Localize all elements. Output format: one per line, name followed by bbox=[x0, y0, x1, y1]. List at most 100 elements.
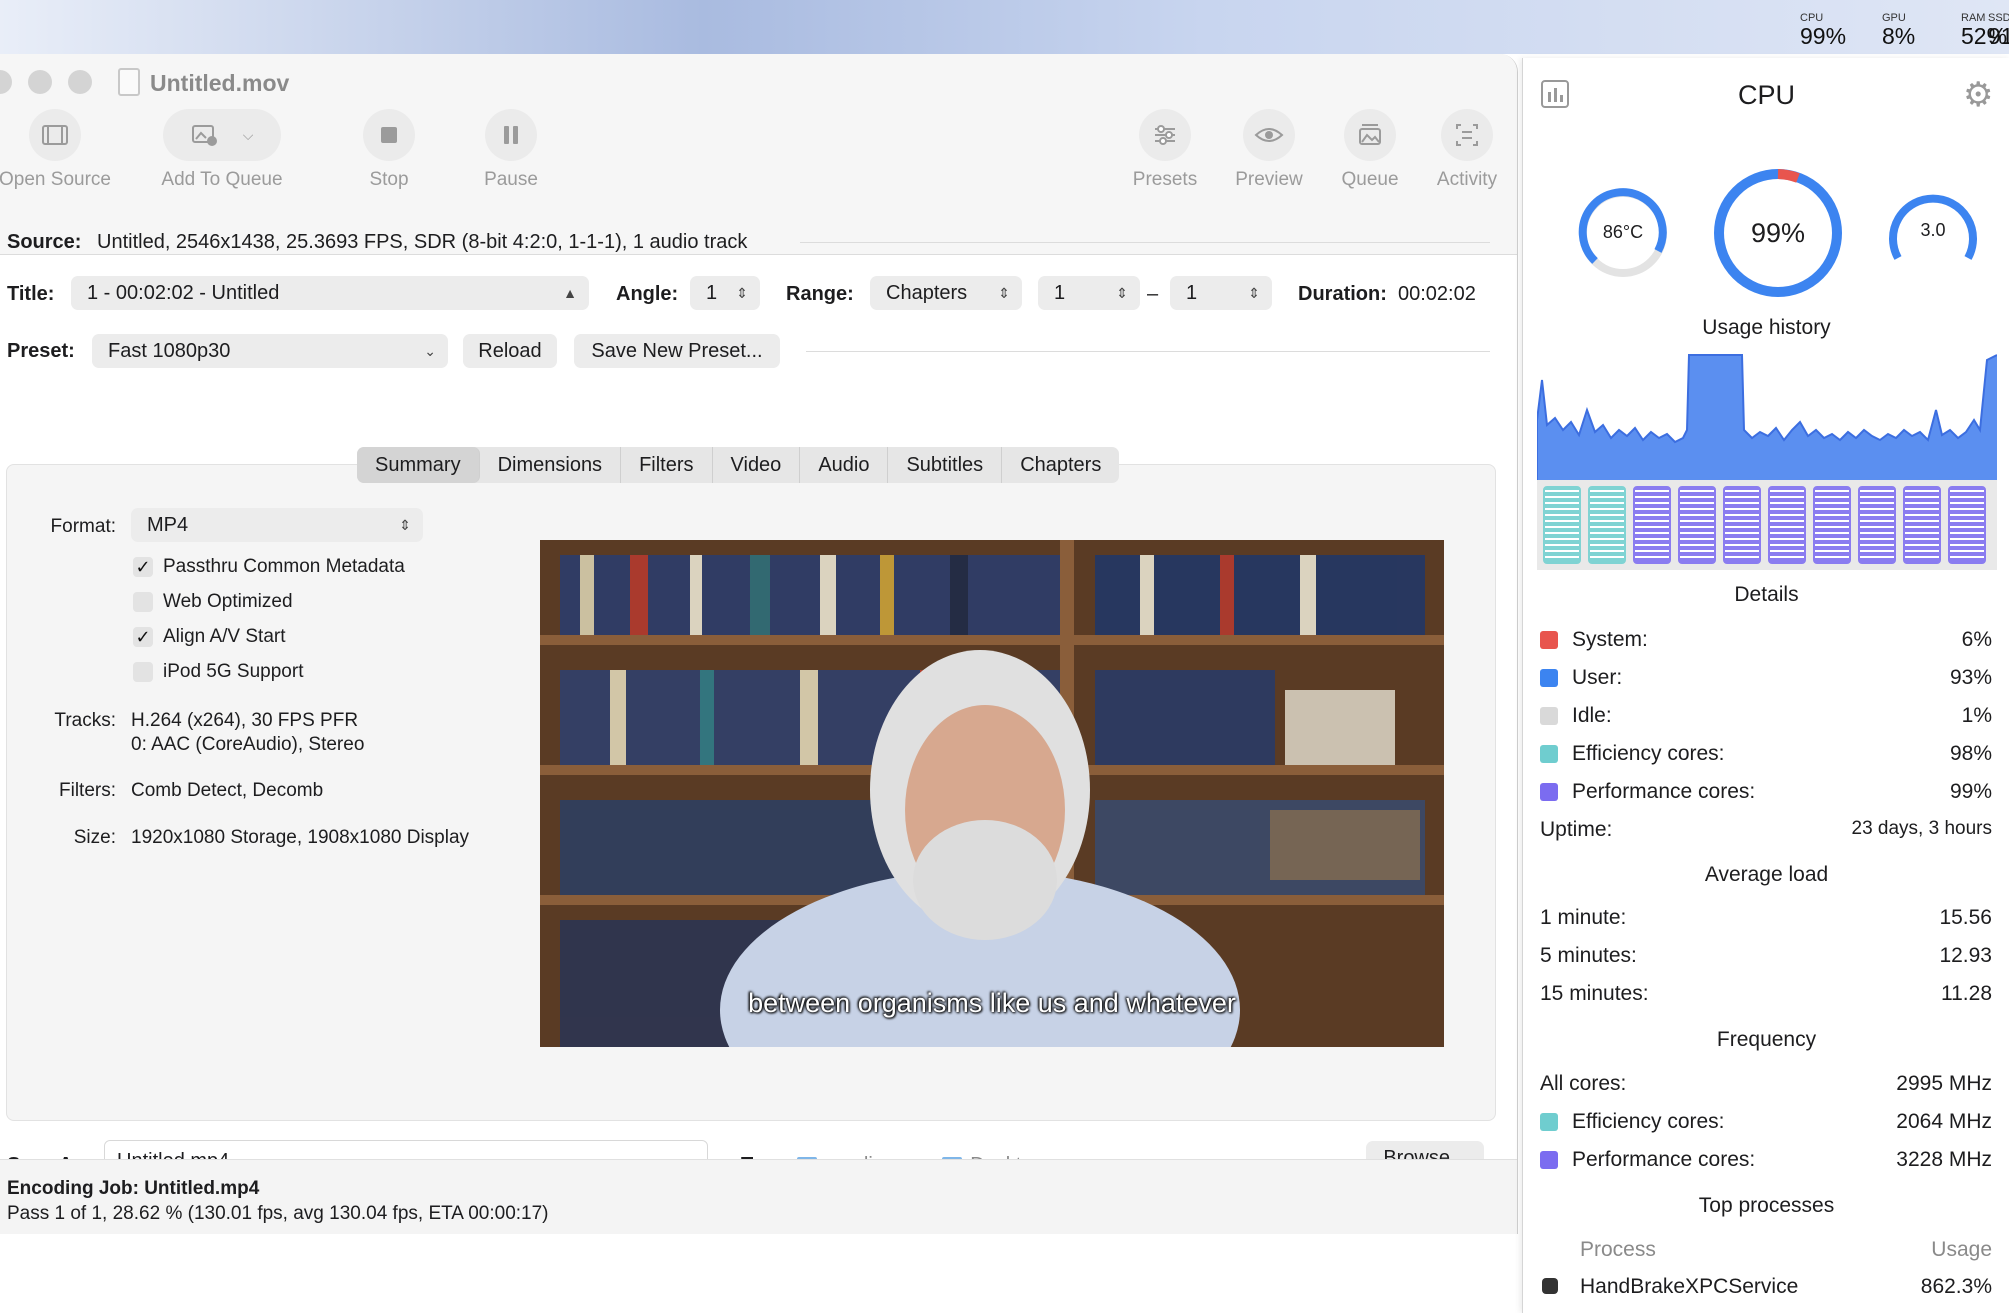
usage-history-chart bbox=[1537, 350, 1997, 480]
tab-bar: Summary Dimensions Filters Video Audio S… bbox=[357, 447, 1120, 483]
passthru-metadata-checkbox[interactable]: ✓ bbox=[133, 557, 153, 577]
web-optimized-label: Web Optimized bbox=[163, 591, 293, 612]
stop-icon bbox=[363, 109, 415, 161]
uptime-value: 23 days, 3 hours bbox=[1851, 818, 1992, 839]
core-bar bbox=[1678, 486, 1716, 564]
activity-label: Activity bbox=[1436, 169, 1498, 190]
activity-button[interactable]: Activity bbox=[1422, 109, 1512, 191]
presets-button[interactable]: Presets bbox=[1120, 109, 1210, 191]
pause-icon bbox=[485, 109, 537, 161]
detail-value: 93% bbox=[1949, 666, 1992, 689]
add-to-queue-button[interactable]: ⌵ Add To Queue bbox=[157, 109, 287, 191]
app-icon bbox=[1542, 1278, 1558, 1294]
usage-column-header[interactable]: Usage bbox=[1931, 1238, 1992, 1262]
angle-select[interactable]: 1 ⇕ bbox=[690, 276, 760, 310]
pause-label: Pause bbox=[484, 169, 538, 190]
tab-filters[interactable]: Filters bbox=[621, 447, 713, 483]
core-bar bbox=[1858, 486, 1896, 564]
save-new-preset-button[interactable]: Save New Preset... bbox=[574, 334, 780, 368]
title-select[interactable]: 1 - 00:02:02 - Untitled ▲ bbox=[71, 276, 589, 310]
menubar-gpu-stat[interactable]: GPU 8% bbox=[1882, 12, 1915, 48]
range-start-value: 1 bbox=[1054, 282, 1066, 304]
core-bar bbox=[1543, 486, 1581, 564]
process-column-header[interactable]: Process bbox=[1580, 1238, 1656, 1262]
tab-summary[interactable]: Summary bbox=[357, 447, 480, 483]
menubar-cpu-stat[interactable]: CPU 99% bbox=[1800, 12, 1846, 48]
pause-button[interactable]: Pause bbox=[466, 109, 556, 191]
usage-history-title: Usage history bbox=[1702, 316, 1831, 339]
idle-swatch bbox=[1540, 707, 1558, 725]
load-value: 11.28 bbox=[1941, 982, 1992, 1005]
filters-label: Filters: bbox=[59, 780, 116, 801]
detail-value: 98% bbox=[1949, 742, 1992, 765]
detail-label: Efficiency cores: bbox=[1572, 742, 1725, 765]
web-optimized-checkbox[interactable] bbox=[133, 592, 153, 612]
duration-label: Duration: bbox=[1298, 283, 1387, 305]
activity-log-icon bbox=[1441, 109, 1493, 161]
core-bar bbox=[1633, 486, 1671, 564]
process-name: HandBrakeXPCService bbox=[1580, 1275, 1799, 1298]
zoom-window-button[interactable] bbox=[68, 70, 92, 94]
preview-label: Preview bbox=[1235, 169, 1303, 190]
add-to-queue-label: Add To Queue bbox=[161, 169, 283, 190]
range-type-select[interactable]: Chapters ⇕ bbox=[870, 276, 1022, 310]
range-end-select[interactable]: 1 ⇕ bbox=[1170, 276, 1272, 310]
open-source-button[interactable]: Open Source bbox=[0, 109, 120, 191]
tracks-audio: 0: AAC (CoreAudio), Stereo bbox=[131, 734, 365, 755]
range-label: Range: bbox=[786, 283, 854, 305]
detail-value: 1% bbox=[1961, 704, 1992, 727]
title-label: Title: bbox=[7, 283, 55, 305]
load-label: 1 minute: bbox=[1540, 906, 1627, 929]
efficiency-swatch bbox=[1540, 1113, 1558, 1131]
frequency-label: Efficiency cores: bbox=[1572, 1110, 1725, 1133]
menubar: CPU 99% GPU 8% RAM 52% SSD 91 bbox=[0, 0, 2009, 54]
filters-value: Comb Detect, Decomb bbox=[131, 780, 324, 801]
load-value: 15.56 bbox=[1939, 906, 1992, 929]
video-preview[interactable]: between organisms like us and whatever bbox=[540, 540, 1444, 1047]
core-bar bbox=[1768, 486, 1806, 564]
queue-button[interactable]: Queue bbox=[1325, 109, 1415, 191]
preset-select[interactable]: Fast 1080p30 ⌄ bbox=[92, 334, 448, 368]
tab-chapters[interactable]: Chapters bbox=[1002, 447, 1119, 483]
frequency-value: 3228 MHz bbox=[1896, 1148, 1992, 1171]
tab-video[interactable]: Video bbox=[713, 447, 801, 483]
window-title: Untitled.mov bbox=[150, 70, 290, 96]
chevron-updown-icon: ⇕ bbox=[399, 517, 411, 533]
ipod-support-checkbox[interactable] bbox=[133, 662, 153, 682]
detail-label: System: bbox=[1572, 628, 1648, 651]
uptime-label: Uptime: bbox=[1540, 818, 1613, 841]
detail-label: Performance cores: bbox=[1572, 780, 1756, 803]
angle-select-value: 1 bbox=[706, 282, 718, 304]
range-start-select[interactable]: 1 ⇕ bbox=[1038, 276, 1140, 310]
queue-label: Queue bbox=[1341, 169, 1399, 190]
preview-button[interactable]: Preview bbox=[1224, 109, 1314, 191]
format-label: Format: bbox=[50, 516, 116, 537]
align-av-start-checkbox[interactable]: ✓ bbox=[133, 627, 153, 647]
core-bar bbox=[1813, 486, 1851, 564]
source-label: Source: bbox=[7, 231, 82, 253]
preset-select-value: Fast 1080p30 bbox=[108, 340, 231, 362]
tab-subtitles[interactable]: Subtitles bbox=[888, 447, 1003, 483]
menubar-ssd-stat[interactable]: SSD 91 bbox=[1988, 12, 2009, 48]
gear-icon[interactable]: ⚙ bbox=[1963, 78, 1993, 112]
status-bar: Encoding Job: Untitled.mp4 Pass 1 of 1, … bbox=[0, 1159, 1517, 1234]
tab-audio[interactable]: Audio bbox=[800, 447, 889, 483]
frequency-value: 2995 MHz bbox=[1896, 1072, 1992, 1095]
format-select-value: MP4 bbox=[147, 514, 189, 536]
minimize-window-button[interactable] bbox=[28, 70, 52, 94]
tracks-label: Tracks: bbox=[54, 710, 116, 731]
video-subtitle: between organisms like us and whatever bbox=[748, 988, 1236, 1018]
core-bar bbox=[1723, 486, 1761, 564]
frequency-value: 2064 MHz bbox=[1896, 1110, 1992, 1133]
reload-button[interactable]: Reload bbox=[463, 334, 557, 368]
format-select[interactable]: MP4 ⇕ bbox=[131, 508, 423, 542]
stop-button[interactable]: Stop bbox=[344, 109, 434, 191]
usage-value: 99% bbox=[1750, 218, 1806, 248]
performance-swatch bbox=[1540, 783, 1558, 801]
size-value: 1920x1080 Storage, 1908x1080 Display bbox=[131, 827, 470, 848]
tab-dimensions[interactable]: Dimensions bbox=[480, 447, 622, 483]
align-av-start-label: Align A/V Start bbox=[163, 626, 286, 647]
queue-icon bbox=[1344, 109, 1396, 161]
video-frame-image bbox=[540, 540, 1444, 1047]
range-end-value: 1 bbox=[1186, 282, 1198, 304]
